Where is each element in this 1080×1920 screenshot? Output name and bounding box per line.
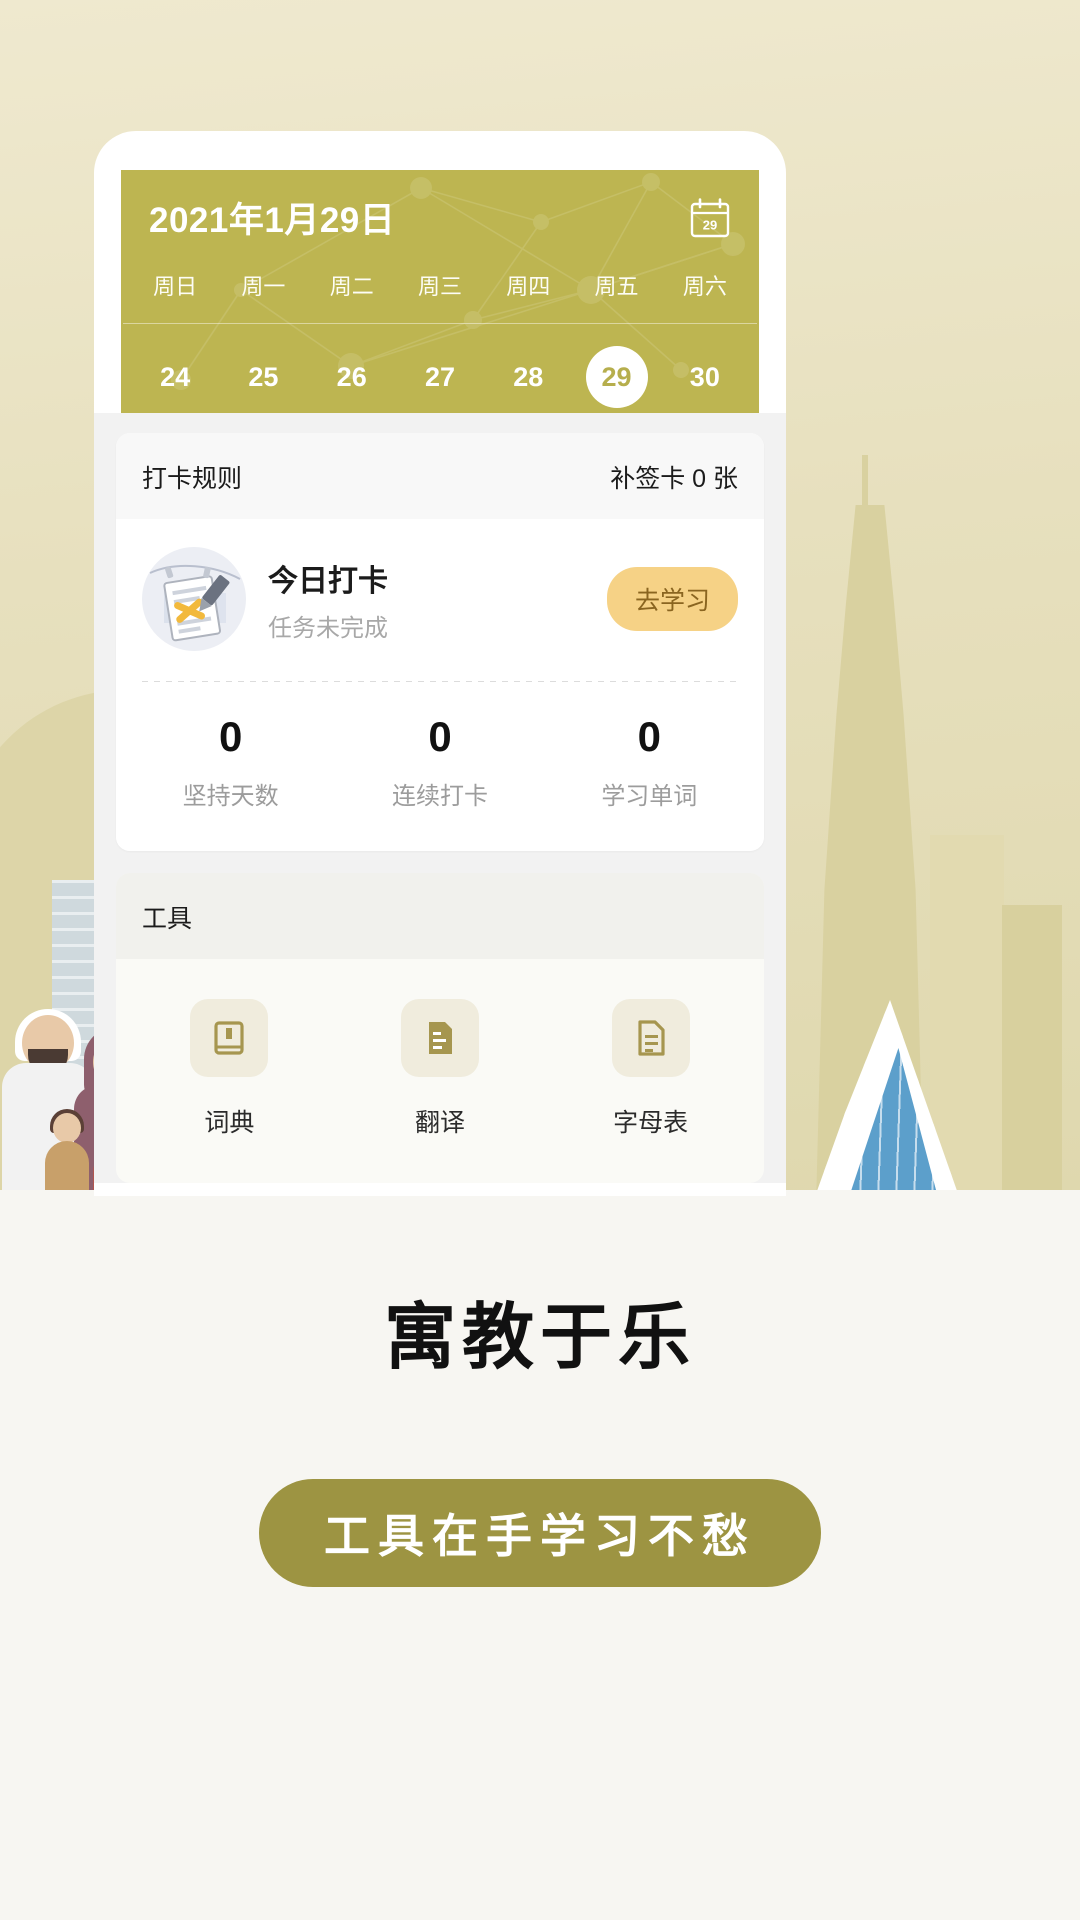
day-cell-26[interactable]: 26 <box>308 346 396 408</box>
day-cell-24[interactable]: 24 <box>131 346 219 408</box>
weekday-cell: 周二 <box>329 274 374 299</box>
day-number: 30 <box>689 361 720 392</box>
current-date-title: 2021年1月29日 <box>149 201 396 240</box>
day-number: 25 <box>248 361 279 392</box>
tool-label: 字母表 <box>613 1109 689 1137</box>
checkin-card: 打卡规则 补签卡 0 张 今日打卡 任务未完成 去学习 0 坚持天数 0 连续打… <box>116 433 764 851</box>
checklist-paper-icon <box>142 547 246 651</box>
checkin-card-header: 打卡规则 补签卡 0 张 <box>116 433 764 519</box>
stats-row: 0 坚持天数 0 连续打卡 0 学习单词 <box>116 682 764 851</box>
tools-grid: 词典 翻译 字母表 <box>116 959 764 1183</box>
stat-label: 坚持天数 <box>182 783 279 810</box>
calendar-29-icon[interactable]: 29 <box>689 197 731 239</box>
promo-section: 寓教于乐 工具在手学习不愁 <box>0 1230 1080 1587</box>
tools-title: 工具 <box>142 905 193 933</box>
tool-item-translate[interactable]: 翻译 <box>335 999 546 1139</box>
day-cell-29-selected[interactable]: 29 <box>572 346 660 408</box>
day-cell-30[interactable]: 30 <box>661 346 749 408</box>
day-cell-27[interactable]: 27 <box>396 346 484 408</box>
promo-cta-button[interactable]: 工具在手学习不愁 <box>259 1479 821 1587</box>
phone-mockup: 2021年1月29日 29 周日 周一 周二 周三 周四 周五 周六 24 25… <box>94 131 786 1196</box>
weekday-cell: 周三 <box>417 274 462 299</box>
stat-value: 0 <box>428 713 452 760</box>
weekday-cell: 周一 <box>241 274 286 299</box>
document-lines-icon <box>611 999 690 1077</box>
stat-label: 连续打卡 <box>391 783 488 810</box>
checkin-rules-link[interactable]: 打卡规则 <box>142 459 242 495</box>
stat-value: 0 <box>218 713 243 760</box>
tool-label: 词典 <box>204 1109 255 1137</box>
today-checkin-status: 任务未完成 <box>268 614 388 642</box>
calendar-title-row: 2021年1月29日 29 <box>121 170 759 243</box>
makeup-card-count[interactable]: 补签卡 0 张 <box>610 459 738 495</box>
stat-words-learned: 0 学习单词 <box>545 716 754 811</box>
calendar-header: 2021年1月29日 29 周日 周一 周二 周三 周四 周五 周六 24 25… <box>121 170 759 413</box>
today-checkin-text: 今日打卡 任务未完成 <box>268 556 607 643</box>
stat-persist-days: 0 坚持天数 <box>126 716 335 811</box>
day-number: 26 <box>336 361 367 392</box>
day-number: 27 <box>424 361 455 392</box>
go-study-button[interactable]: 去学习 <box>606 567 738 631</box>
today-checkin-row: 今日打卡 任务未完成 去学习 <box>116 519 764 681</box>
stat-label: 学习单词 <box>601 783 698 810</box>
tools-card-header: 工具 <box>116 873 764 959</box>
today-checkin-title: 今日打卡 <box>268 564 388 598</box>
day-number: 28 <box>513 361 544 392</box>
weekday-row: 周日 周一 周二 周三 周四 周五 周六 <box>121 243 759 323</box>
day-cell-28[interactable]: 28 <box>484 346 572 408</box>
expand-calendar-button[interactable] <box>121 408 759 413</box>
tool-label: 翻译 <box>415 1109 466 1137</box>
book-icon <box>190 999 269 1077</box>
stat-value: 0 <box>637 713 661 760</box>
translate-document-icon <box>401 999 479 1077</box>
day-cell-25[interactable]: 25 <box>219 346 307 408</box>
weekday-cell: 周四 <box>506 274 551 299</box>
phone-content: 打卡规则 补签卡 0 张 今日打卡 任务未完成 去学习 0 坚持天数 0 连续打… <box>94 413 786 1183</box>
stat-streak: 0 连续打卡 <box>335 716 544 811</box>
svg-text:29: 29 <box>703 217 717 232</box>
weekday-cell: 周五 <box>594 274 639 299</box>
weekday-cell: 周六 <box>682 274 727 299</box>
tools-card: 工具 词典 翻译 字母表 <box>116 873 764 1183</box>
weekday-cell: 周日 <box>153 274 198 299</box>
tool-item-alphabet[interactable]: 字母表 <box>545 999 756 1139</box>
day-number-row: 24 25 26 27 28 29 30 <box>121 324 759 408</box>
tool-item-dictionary[interactable]: 词典 <box>124 999 335 1139</box>
day-number: 24 <box>160 361 191 392</box>
promo-headline: 寓教于乐 <box>383 1298 696 1378</box>
day-number: 29 <box>601 361 632 392</box>
building-tower-2 <box>1002 905 1062 1205</box>
